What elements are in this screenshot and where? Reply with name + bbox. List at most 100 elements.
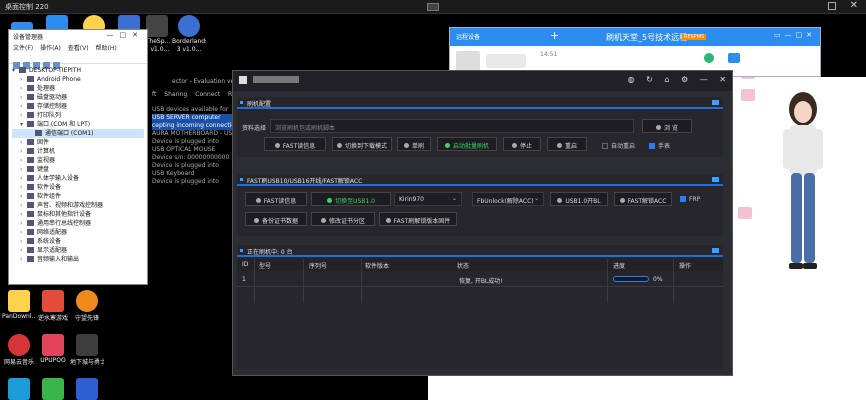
- device-tree-item[interactable]: › 计算机: [12, 147, 144, 156]
- video-icon[interactable]: [728, 53, 740, 63]
- home-icon[interactable]: ⌂: [664, 75, 669, 84]
- window-controls[interactable]: —□✕: [107, 31, 144, 39]
- desktop-icon[interactable]: 网易云音乐: [2, 334, 36, 366]
- desktop-icon[interactable]: [36, 378, 70, 400]
- expand-arrow-icon[interactable]: ›: [20, 111, 27, 120]
- expand-arrow-icon[interactable]: ▾: [12, 66, 19, 75]
- device-tree-item[interactable]: › 磁盘驱动器: [12, 93, 144, 102]
- usb-device-item[interactable]: Device s/n: 00000000000: [152, 154, 238, 162]
- device-tree-item[interactable]: › Android Phone: [12, 75, 144, 84]
- auto-reboot-checkbox[interactable]: 自动重启: [602, 141, 635, 150]
- tab-connect[interactable]: Connect: [195, 91, 220, 98]
- desktop-icon[interactable]: [2, 378, 36, 400]
- switch-download-mode-button[interactable]: 切换到下载模式: [332, 137, 392, 151]
- device-tree-item[interactable]: › 处理器: [12, 84, 144, 93]
- collapse-icon[interactable]: [712, 100, 719, 105]
- single-flash-button[interactable]: 单刷: [397, 137, 431, 151]
- minimize-icon[interactable]: —: [700, 75, 708, 84]
- desktop-icon[interactable]: 逆水寒游戏: [36, 290, 70, 322]
- close-icon[interactable]: ✕: [719, 75, 726, 84]
- usb-device-item[interactable]: Device is plugged into: [152, 178, 238, 186]
- desktop-icon[interactable]: 地下城与勇士: [70, 334, 104, 366]
- frp-checkbox[interactable]: FRP: [680, 196, 700, 203]
- usb-device-item[interactable]: USB OPTICAL MOUSE: [152, 146, 238, 154]
- expand-arrow-icon[interactable]: ›: [20, 156, 27, 165]
- expand-arrow-icon[interactable]: ›: [20, 93, 27, 102]
- phone-icon[interactable]: [704, 53, 714, 63]
- device-tree-item[interactable]: › 鼠标和其他指针设备: [12, 210, 144, 219]
- manual-checkbox[interactable]: 手表: [649, 141, 670, 150]
- fast-flash-unlock-firmware-button[interactable]: FAST刷解锁版本固件: [379, 212, 457, 226]
- chip-select[interactable]: Kirin970 ⌄: [394, 192, 462, 206]
- device-tree-item[interactable]: › 软件设备: [12, 183, 144, 192]
- device-tree-item[interactable]: ▾ DESKTOP-TIEPITH: [12, 66, 144, 75]
- device-tree-item[interactable]: › 固件: [12, 138, 144, 147]
- device-tree-item[interactable]: › 存储控制器: [12, 102, 144, 111]
- expand-arrow-icon[interactable]: ▾: [20, 120, 27, 129]
- usb10-open-bl-button[interactable]: USB1.0开BL: [550, 192, 608, 206]
- device-tree-item[interactable]: › 通用串行总线控制器: [12, 219, 144, 228]
- expand-arrow-icon[interactable]: ›: [20, 210, 27, 219]
- fast-read-info-button[interactable]: FAST读信息: [264, 137, 326, 151]
- settings-icon[interactable]: ⚙: [681, 75, 688, 84]
- add-tab-icon[interactable]: +: [550, 29, 559, 42]
- expand-arrow-icon[interactable]: ›: [20, 228, 27, 237]
- expand-arrow-icon[interactable]: ›: [20, 147, 27, 156]
- menu-help[interactable]: 帮助(H): [96, 45, 117, 52]
- fast-unlock-acc-button[interactable]: FAST解锁ACC: [614, 192, 672, 206]
- expand-arrow-icon[interactable]: ›: [20, 192, 27, 201]
- desktop-icon[interactable]: 守望先锋: [70, 290, 104, 322]
- device-tree-item[interactable]: › 监视器: [12, 156, 144, 165]
- menu-view[interactable]: 查看(V): [68, 45, 89, 52]
- window-controls[interactable]: ▭—□✕: [774, 31, 816, 39]
- remote-minimize-button[interactable]: [427, 3, 439, 11]
- device-tree-item[interactable]: › 网络适配器: [12, 228, 144, 237]
- remote-maximize-button[interactable]: [828, 2, 836, 10]
- collapse-icon[interactable]: [712, 248, 719, 253]
- usb-device-item[interactable]: AURA MOTHERBOARD - USB: [152, 130, 238, 138]
- globe-icon[interactable]: ◍: [628, 75, 635, 84]
- stop-button[interactable]: 停止: [503, 137, 541, 151]
- usb-device-item[interactable]: cepting incoming connections: [152, 122, 242, 130]
- tab-sharing[interactable]: Sharing: [164, 91, 187, 98]
- menu-action[interactable]: 操作(A): [40, 45, 61, 52]
- device-tree-item[interactable]: › 键盘: [12, 165, 144, 174]
- menu-file[interactable]: 文件(F): [13, 45, 33, 52]
- expand-arrow-icon[interactable]: ›: [20, 138, 27, 147]
- fast-read-info-button-2[interactable]: FAST读信息: [245, 192, 307, 206]
- browse-button[interactable]: 浏 览: [642, 119, 692, 133]
- reboot-button[interactable]: 重启: [547, 137, 587, 151]
- batch-flash-button[interactable]: 启动批量刷机: [437, 137, 497, 151]
- expand-arrow-icon[interactable]: ›: [20, 174, 27, 183]
- switch-usb10-button[interactable]: 切换至USB1.0: [311, 192, 391, 206]
- backup-cert-button[interactable]: 备份证书数据: [245, 212, 307, 226]
- usb-device-item[interactable]: Device is plugged into: [152, 162, 238, 170]
- refresh-icon[interactable]: ↻: [646, 75, 653, 84]
- mode-select[interactable]: FbUnlock(解除ACC) ⌄: [472, 192, 544, 206]
- desktop-icon[interactable]: UPUPOO: [36, 334, 70, 364]
- expand-arrow-icon[interactable]: ›: [20, 201, 27, 210]
- device-tree-item[interactable]: › 打印队列: [12, 111, 144, 120]
- expand-arrow-icon[interactable]: ›: [20, 165, 27, 174]
- file-path-input[interactable]: 浏览刷机包或刷机脚本: [270, 119, 634, 133]
- device-tree-item[interactable]: › 音频输入和输出: [12, 255, 144, 264]
- expand-arrow-icon[interactable]: ›: [20, 246, 27, 255]
- chat-tab[interactable]: 远程设备: [456, 32, 480, 41]
- collapse-icon[interactable]: [712, 177, 719, 182]
- desktop-icon[interactable]: PanDownl...: [2, 290, 36, 320]
- device-tree-item[interactable]: › 声音、视频和游戏控制器: [12, 201, 144, 210]
- usb-device-item[interactable]: USB Keyboard: [152, 170, 238, 178]
- desktop-icon[interactable]: Borderlands 3 v1.0...: [172, 15, 206, 53]
- expand-arrow-icon[interactable]: ›: [20, 102, 27, 111]
- expand-arrow-icon[interactable]: ›: [20, 255, 27, 264]
- device-tree-item[interactable]: › 显示适配器: [12, 246, 144, 255]
- tab-item[interactable]: ft: [152, 91, 156, 98]
- expand-arrow-icon[interactable]: ›: [20, 237, 27, 246]
- expand-arrow-icon[interactable]: ›: [20, 75, 27, 84]
- usb-device-item[interactable]: USB devices available for: [152, 106, 238, 114]
- expand-arrow-icon[interactable]: ›: [20, 183, 27, 192]
- device-tree-item[interactable]: › 系统设备: [12, 237, 144, 246]
- usb-device-item[interactable]: Device is plugged into: [152, 138, 238, 146]
- device-tree-item[interactable]: › 人体学输入设备: [12, 174, 144, 183]
- remote-close-button[interactable]: ✕: [850, 0, 858, 11]
